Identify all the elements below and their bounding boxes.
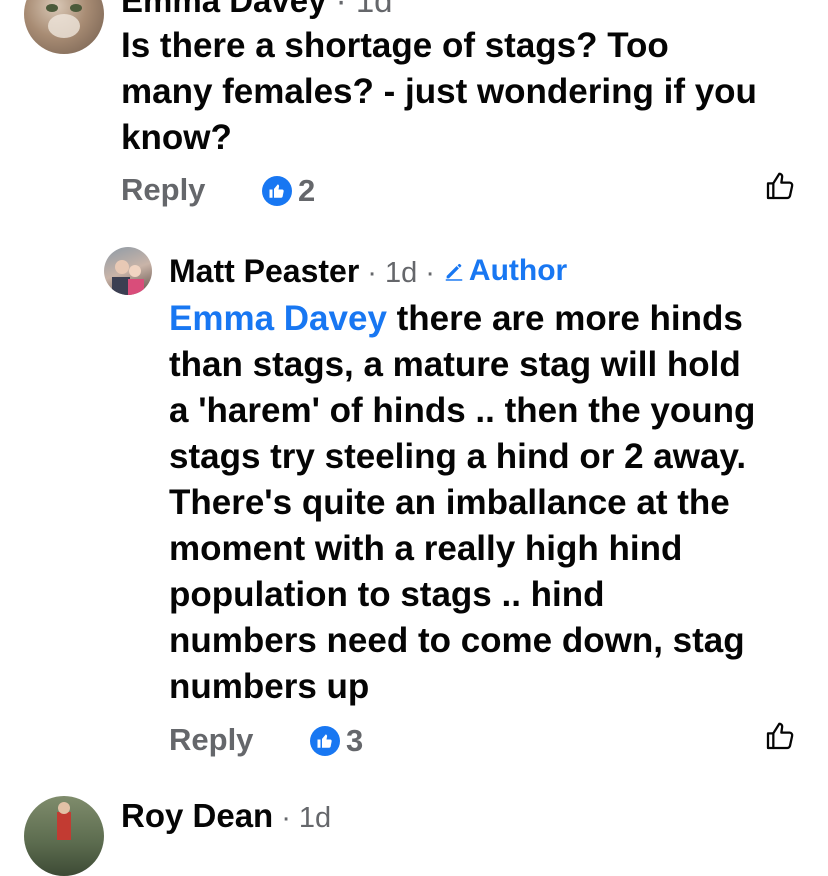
like-button[interactable] — [764, 170, 796, 207]
comment-line: Is there a shortage of stags? Too — [121, 26, 669, 65]
comment-header: Emma Davey · 1d — [121, 0, 393, 20]
author-name[interactable]: Roy Dean — [121, 797, 273, 835]
comment-body: Emma Davey there are more hinds than sta… — [169, 296, 819, 710]
comment-text: there are more hinds — [386, 299, 743, 338]
separator: · — [425, 257, 435, 289]
reaction-summary[interactable]: 2 — [262, 173, 315, 209]
pencil-icon — [445, 263, 463, 281]
profile-photo-icon — [57, 802, 71, 840]
timestamp[interactable]: 1d — [385, 257, 417, 290]
comment-line: a 'harem' of hinds .. then the young — [169, 391, 756, 430]
author-name[interactable]: Matt Peaster — [169, 253, 359, 290]
separator: · — [281, 802, 291, 834]
comment-line: Emma Davey there are more hinds — [169, 296, 819, 342]
like-reaction-icon — [262, 176, 292, 206]
comment-line: moment with a really high hind — [169, 529, 683, 568]
author-badge: Author — [443, 254, 567, 288]
reply-button[interactable]: Reply — [169, 722, 253, 758]
comment-line: numbers need to come down, stag — [169, 621, 745, 660]
separator: · — [335, 0, 347, 19]
comment-line: population to stags .. hind — [169, 575, 605, 614]
timestamp[interactable]: 1d — [356, 0, 393, 19]
reaction-summary[interactable]: 3 — [310, 723, 363, 759]
comment-line: know? — [121, 118, 232, 157]
timestamp[interactable]: 1d — [299, 802, 331, 835]
comment-body: Is there a shortage of stags? Too many f… — [121, 23, 757, 161]
comment-header: Roy Dean · 1d — [121, 797, 331, 835]
comment-line: There's quite an imballance at the — [169, 483, 730, 522]
profile-photo-icon — [112, 260, 144, 295]
comment-line: than stags, a mature stag will hold — [169, 345, 741, 384]
separator: · — [367, 257, 377, 289]
reply-button[interactable]: Reply — [121, 172, 205, 208]
comment-line: stags try steeling a hind or 2 away. — [169, 437, 747, 476]
mention-link[interactable]: Emma Davey — [169, 299, 387, 338]
author-name[interactable]: Emma Davey — [121, 0, 326, 19]
avatar-roy-dean[interactable] — [24, 796, 104, 876]
cat-photo-icon — [46, 4, 82, 38]
like-button[interactable] — [764, 720, 796, 757]
comment-header: Matt Peaster · 1d · Author — [169, 253, 567, 290]
like-reaction-icon — [310, 726, 340, 756]
like-count: 2 — [298, 173, 316, 208]
like-count: 3 — [346, 723, 364, 758]
thumbs-up-icon — [766, 722, 794, 750]
thumbs-up-icon — [766, 172, 794, 200]
comment-line: numbers up — [169, 667, 370, 706]
comment-line: many females? - just wondering if you — [121, 72, 757, 111]
avatar-emma-davey[interactable] — [24, 0, 104, 54]
author-badge-label: Author — [468, 254, 568, 287]
avatar-matt-peaster[interactable] — [104, 247, 152, 295]
